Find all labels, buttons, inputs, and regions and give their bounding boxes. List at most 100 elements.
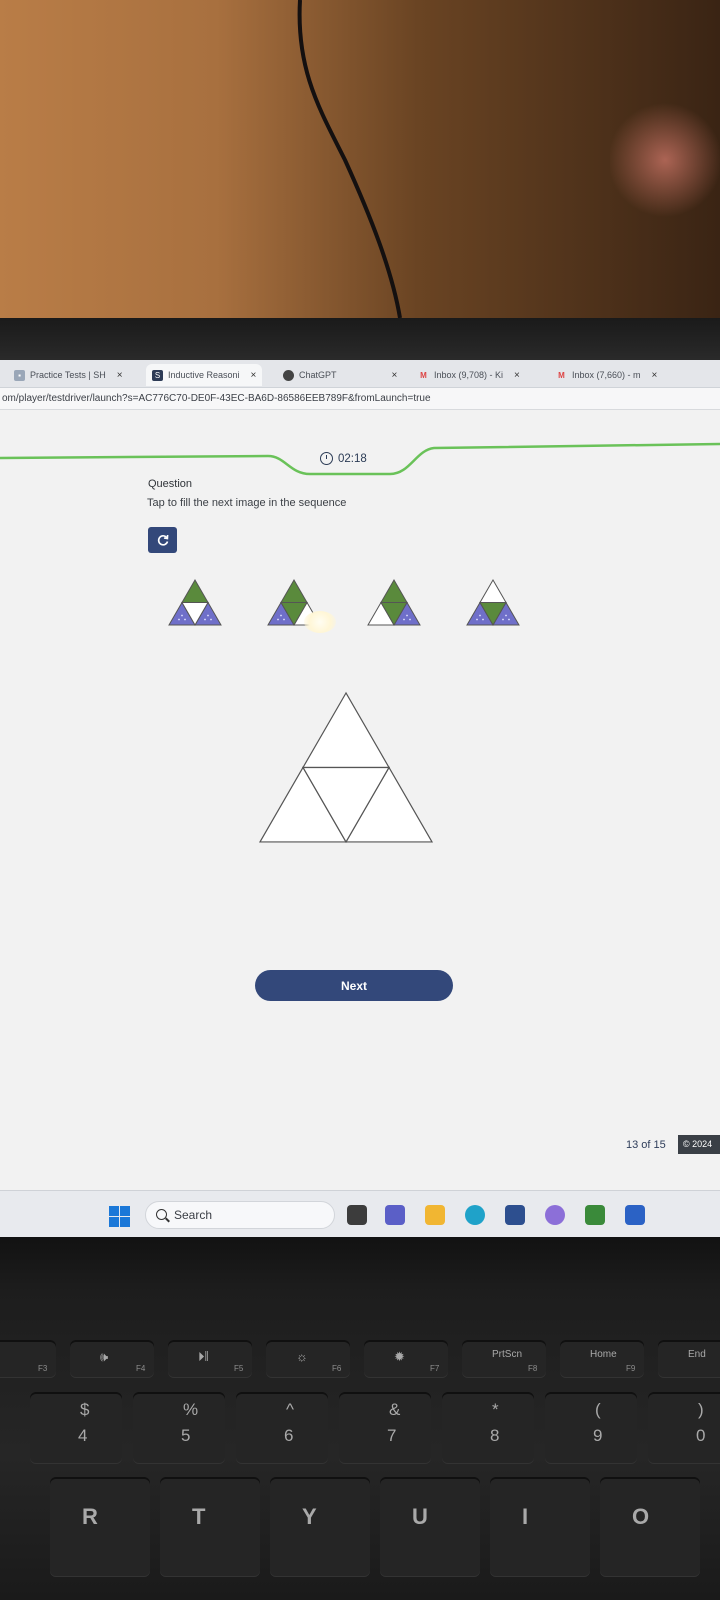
letter-key[interactable]: Y [270, 1477, 370, 1577]
frame-1-dot [204, 618, 206, 621]
fn-key-sublabel: F9 [626, 1364, 636, 1373]
frame-1-dot [184, 618, 186, 621]
fn-key-sublabel: F3 [38, 1364, 48, 1373]
tab-close-icon[interactable]: × [652, 370, 658, 381]
question-instruction: Tap to fill the next image in the sequen… [147, 497, 347, 509]
xbox-icon[interactable] [585, 1205, 605, 1225]
tab-close-icon[interactable]: × [117, 370, 123, 381]
laptop-keyboard: F3 🕪 F4 ⏵∥F5 ☼F6 ✹F7 PrtScn F8 Home F9 EndF10 $4%5^… [0, 1237, 720, 1600]
fn-key-label: Home [590, 1349, 617, 1360]
search-icon [156, 1209, 167, 1220]
letter-key[interactable]: I [490, 1477, 590, 1577]
frame-1-dot [178, 618, 180, 621]
tab-label: Practice Tests | SH [30, 370, 106, 380]
address-bar[interactable]: om/player/testdriver/launch?s=AC776C70-D… [0, 388, 720, 410]
letter-key[interactable]: O [600, 1477, 700, 1577]
countdown-timer: 02:18 [320, 452, 367, 465]
frame-1-top-cell [181, 579, 209, 604]
number-key-bottom: 4 [78, 1426, 88, 1445]
tab-label: ChatGPT [299, 370, 337, 380]
frame-3-top-cell [380, 579, 408, 604]
frame-1-dot [207, 614, 209, 617]
letter-key-label: T [192, 1504, 206, 1529]
letter-key-label: U [412, 1504, 428, 1529]
refresh-icon [157, 534, 168, 546]
frame-4-dot [508, 618, 510, 621]
frame-2-dot [283, 618, 285, 621]
fn-key-label: 🕪 [100, 1349, 109, 1364]
next-button[interactable]: Next [255, 970, 453, 1001]
number-key-bottom: 7 [387, 1426, 397, 1445]
windows-start-icon[interactable] [109, 1206, 130, 1227]
word-icon[interactable] [625, 1205, 645, 1225]
number-key[interactable]: % 5 [133, 1392, 225, 1464]
folder-icon[interactable] [425, 1205, 445, 1225]
fn-key[interactable]: Home F9 [560, 1340, 644, 1378]
number-key[interactable]: * 8 [442, 1392, 534, 1464]
frame-3-dot [406, 614, 408, 617]
fn-key-sublabel: F4 [136, 1364, 146, 1373]
frame-4-dot [505, 614, 507, 617]
letter-key[interactable]: R [50, 1477, 150, 1577]
taskbar-search[interactable]: Search [145, 1201, 335, 1229]
timer-value: 02:18 [338, 452, 367, 465]
fn-key-sublabel: F8 [528, 1364, 538, 1373]
edge-icon[interactable] [465, 1205, 485, 1225]
answer-triangle[interactable] [250, 685, 450, 855]
gmail-icon: M [420, 370, 427, 380]
fn-key[interactable]: 🕪 F4 [70, 1340, 154, 1378]
fn-key-label: ☼ [296, 1349, 308, 1364]
frame-2-top-cell [280, 579, 308, 604]
number-key[interactable]: & 7 [339, 1392, 431, 1464]
fn-key-label: ✹ [394, 1349, 405, 1364]
windows-taskbar: Search [0, 1190, 720, 1237]
fn-key[interactable]: ✹ F7 [364, 1340, 448, 1378]
charging-cable [297, 0, 402, 318]
chatgpt-icon [283, 369, 294, 381]
tab-inbox-2[interactable]: M Inbox (7,660) - m × [556, 364, 657, 386]
store-icon[interactable] [505, 1205, 525, 1225]
letter-key-label: Y [302, 1504, 317, 1529]
number-key-bottom: 6 [284, 1426, 294, 1445]
number-key[interactable]: $4 [30, 1392, 122, 1464]
teams-icon[interactable] [385, 1205, 405, 1225]
fn-key-sublabel: F5 [234, 1364, 244, 1373]
tab-inductive-reasoning[interactable]: S Inductive Reasoni × [146, 364, 263, 386]
tab-practice-tests[interactable]: ▪ Practice Tests | SH × [14, 364, 123, 386]
number-key[interactable]: ) 0 [648, 1392, 720, 1464]
fn-key[interactable]: EndF10 [658, 1340, 720, 1378]
copilot-icon[interactable] [545, 1205, 565, 1225]
frame-4-dot [476, 618, 478, 621]
letter-key[interactable]: U [380, 1477, 480, 1577]
sequence-frames [168, 579, 520, 627]
file-explorer-icon[interactable] [347, 1205, 367, 1225]
frame-4-dot [482, 618, 484, 621]
fn-key-label: PrtScn [492, 1349, 523, 1360]
letter-key[interactable]: T [160, 1477, 260, 1577]
number-key-top: ) [698, 1400, 704, 1419]
tab-label: Inbox (7,660) - m [572, 370, 641, 380]
number-key[interactable]: ^ 6 [236, 1392, 328, 1464]
fn-key[interactable]: ⏵∥ F5 [168, 1340, 252, 1378]
fn-key-label: End [688, 1349, 706, 1360]
question-progress: 13 of 15 [626, 1139, 666, 1151]
frame-2-dot [280, 614, 282, 617]
tab-close-icon[interactable]: × [251, 370, 257, 381]
frame-1-dot [210, 618, 212, 621]
tab-close-icon[interactable]: × [514, 370, 520, 381]
fn-key[interactable]: PrtScn F8 [462, 1340, 546, 1378]
reset-button[interactable] [148, 527, 177, 553]
clock-icon [320, 452, 333, 465]
answer-top-cell[interactable] [301, 691, 391, 769]
tab-chatgpt[interactable]: ChatGPT × [283, 364, 397, 386]
number-key-top: ( [595, 1400, 601, 1419]
number-key-top: * [492, 1400, 499, 1419]
fn-key[interactable]: ☼ F6 [266, 1340, 350, 1378]
frame-4-dot [502, 618, 504, 621]
number-key[interactable]: (9 [545, 1392, 637, 1464]
copyright-badge: © 2024 [678, 1135, 720, 1154]
fn-key[interactable]: F3 [0, 1340, 56, 1378]
tab-close-icon[interactable]: × [392, 370, 398, 381]
tab-inbox-1[interactable]: M Inbox (9,708) - Ki × [418, 364, 520, 386]
screen-glare [304, 611, 336, 633]
